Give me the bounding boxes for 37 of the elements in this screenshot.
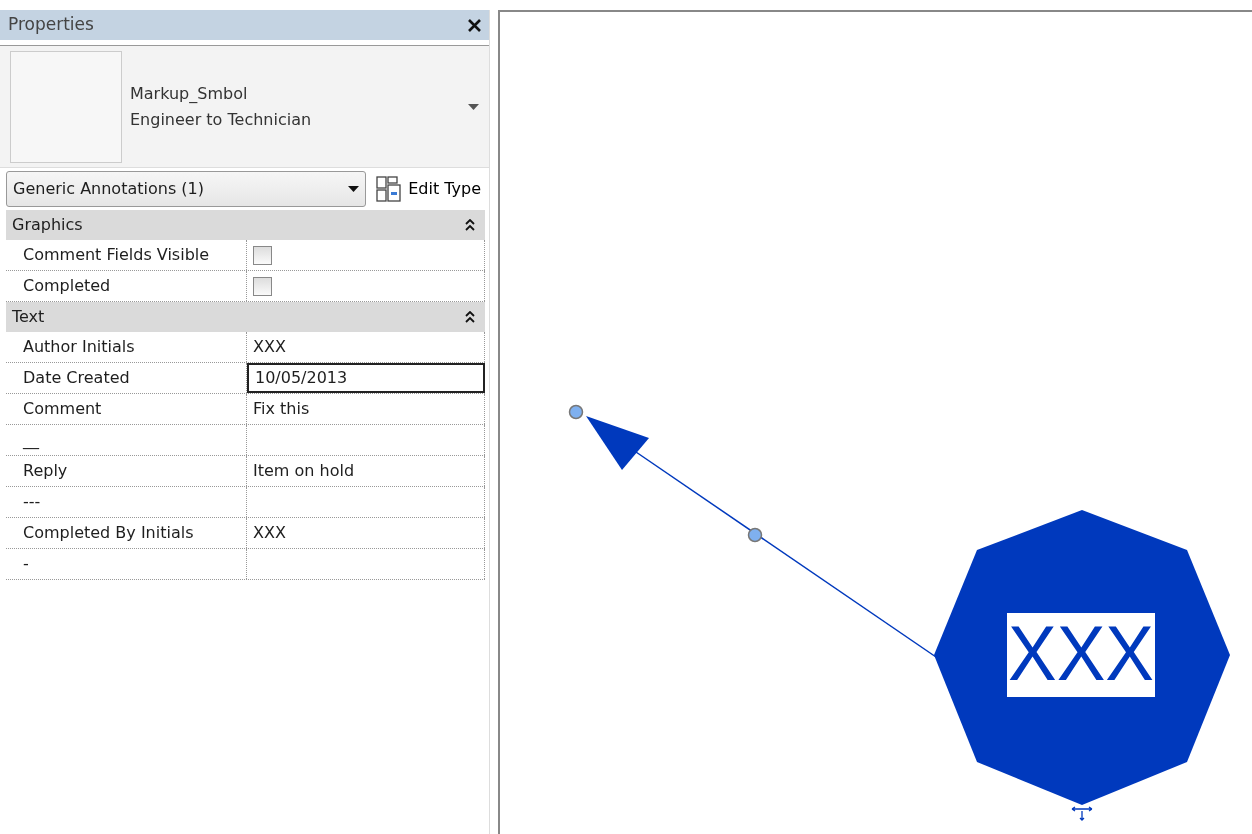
property-label: Author Initials bbox=[6, 332, 247, 362]
property-value-field[interactable]: 10/05/2013 bbox=[247, 363, 485, 393]
leader-end-grip[interactable] bbox=[568, 404, 584, 420]
property-value-field[interactable]: Fix this bbox=[247, 394, 485, 424]
section-title: Graphics bbox=[12, 214, 83, 236]
dropdown-arrow-icon[interactable] bbox=[468, 103, 479, 110]
property-value-field[interactable]: Item on hold bbox=[247, 456, 485, 486]
type-selector[interactable]: Markup_Smbol Engineer to Technician bbox=[0, 45, 489, 168]
tag-label: XXX bbox=[1008, 609, 1165, 697]
family-name: Markup_Smbol bbox=[130, 82, 249, 105]
leader-elbow-grip[interactable] bbox=[747, 527, 763, 543]
property-label: Completed By Initials bbox=[6, 518, 247, 548]
section-title: Text bbox=[12, 306, 45, 328]
panel-title: Properties bbox=[8, 13, 94, 37]
property-label: Date Created bbox=[6, 363, 247, 393]
property-label: Comment Fields Visible bbox=[6, 240, 247, 270]
section-header[interactable]: Graphics bbox=[6, 210, 485, 240]
property-label: Completed bbox=[6, 271, 247, 301]
category-dropdown[interactable]: Generic Annotations (1) bbox=[6, 171, 367, 207]
collapse-icon[interactable] bbox=[465, 219, 475, 231]
collapse-icon[interactable] bbox=[465, 311, 475, 323]
edit-type-icon bbox=[376, 176, 403, 202]
property-value-field[interactable]: XXX bbox=[247, 518, 485, 548]
property-label: Comment bbox=[6, 394, 247, 424]
edit-type-button[interactable]: Edit Type bbox=[372, 176, 485, 202]
checkbox[interactable] bbox=[253, 245, 272, 265]
checkbox[interactable] bbox=[253, 276, 272, 296]
property-label: Reply bbox=[6, 456, 247, 486]
property-value-field[interactable]: XXX bbox=[247, 332, 485, 362]
dropdown-arrow-icon[interactable] bbox=[348, 186, 360, 192]
section-header[interactable]: Text bbox=[6, 302, 485, 332]
property-label: __ bbox=[6, 425, 247, 455]
type-name: Engineer to Technician bbox=[130, 108, 313, 131]
close-icon[interactable] bbox=[468, 18, 481, 32]
resize-handle-icon[interactable] bbox=[1071, 806, 1093, 821]
property-label: --- bbox=[6, 487, 247, 517]
property-label: - bbox=[6, 549, 247, 579]
